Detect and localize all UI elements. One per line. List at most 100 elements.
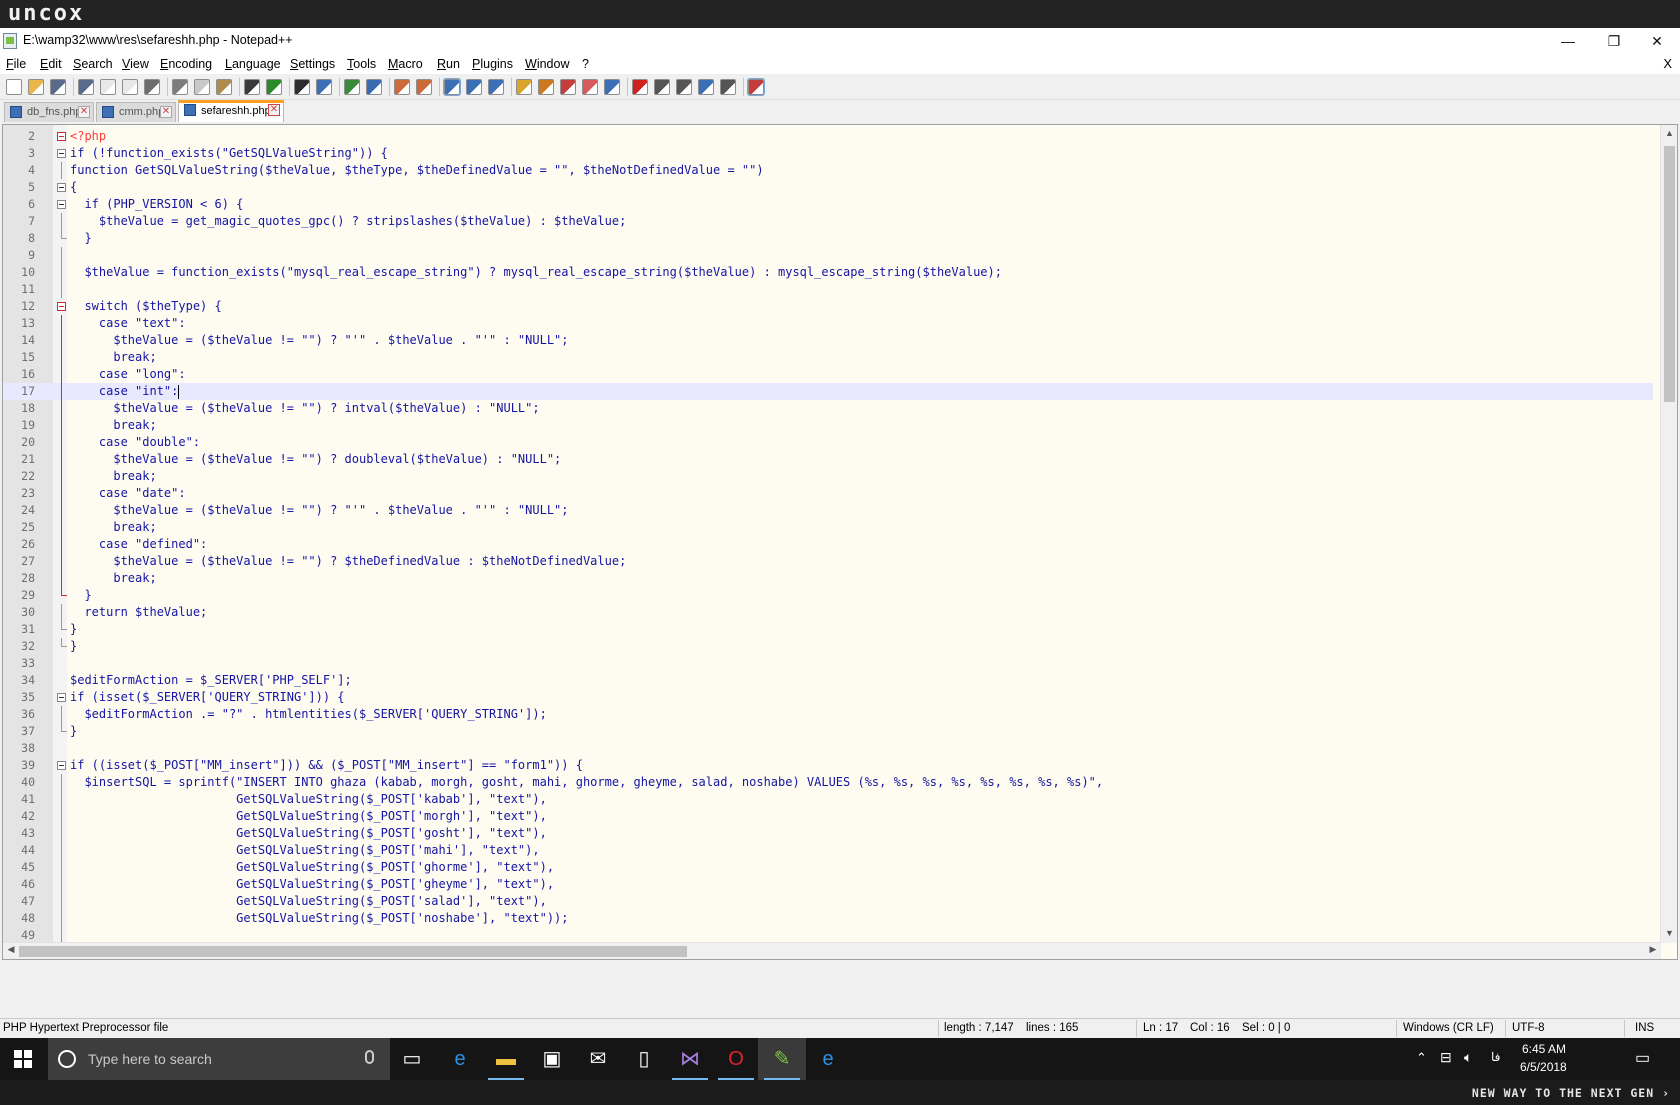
action-center-icon[interactable]: ▭ — [1635, 1048, 1650, 1068]
code-line[interactable]: 38 — [3, 740, 1653, 757]
visual-studio-taskbar-button[interactable]: ⋈ — [666, 1038, 714, 1080]
code-line[interactable]: 9 — [3, 247, 1653, 264]
code-line[interactable]: 40 $insertSQL = sprintf("INSERT INTO gha… — [3, 774, 1653, 791]
scroll-left-icon[interactable]: ◀ — [5, 944, 17, 958]
fold-toggle-icon[interactable] — [57, 149, 66, 158]
zoom-out-icon[interactable] — [366, 79, 382, 95]
code-text[interactable]: break; — [70, 468, 156, 485]
code-text[interactable]: $theValue = ($theValue != "") ? $theDefi… — [70, 553, 626, 570]
code-text[interactable]: GetSQLValueString($_POST['kabab'], "text… — [70, 791, 547, 808]
code-line[interactable]: 21 $theValue = ($theValue != "") ? doubl… — [3, 451, 1653, 468]
menu-run[interactable]: Run — [437, 57, 460, 71]
code-text[interactable]: } — [70, 638, 77, 655]
code-text[interactable]: case "defined": — [70, 536, 207, 553]
code-line[interactable]: 16 case "long": — [3, 366, 1653, 383]
start-button[interactable] — [0, 1038, 48, 1080]
code-text[interactable]: return $theValue; — [70, 604, 207, 621]
code-text[interactable]: if (isset($_SERVER['QUERY_STRING'])) { — [70, 689, 345, 706]
code-line[interactable]: 32} — [3, 638, 1653, 655]
code-line[interactable]: 37} — [3, 723, 1653, 740]
mail-taskbar-button[interactable]: ✉ — [574, 1038, 622, 1080]
code-line[interactable]: 8 } — [3, 230, 1653, 247]
minimize-button[interactable]: — — [1545, 28, 1591, 54]
code-line[interactable]: 44 GetSQLValueString($_POST['mahi'], "te… — [3, 842, 1653, 859]
code-line[interactable]: 6 if (PHP_VERSION < 6) { — [3, 196, 1653, 213]
folder-workspace-icon[interactable] — [582, 79, 598, 95]
record-macro-icon[interactable] — [632, 79, 648, 95]
code-line[interactable]: 10 $theValue = function_exists("mysql_re… — [3, 264, 1653, 281]
zoom-in-icon[interactable] — [344, 79, 360, 95]
stop-macro-icon[interactable] — [654, 79, 670, 95]
code-line[interactable]: 15 break; — [3, 349, 1653, 366]
save-icon[interactable] — [50, 79, 66, 95]
function-list-icon[interactable] — [560, 79, 576, 95]
open-file-icon[interactable] — [28, 79, 44, 95]
code-line[interactable]: 31} — [3, 621, 1653, 638]
menu-help[interactable]: ? — [582, 57, 589, 71]
file-explorer-taskbar-button[interactable]: ▬ — [482, 1038, 530, 1080]
code-text[interactable]: case "date": — [70, 485, 186, 502]
code-text[interactable]: break; — [70, 570, 156, 587]
code-line[interactable]: 11 — [3, 281, 1653, 298]
code-text[interactable]: $theValue = get_magic_quotes_gpc() ? str… — [70, 213, 626, 230]
code-text[interactable]: if (!function_exists("GetSQLValueString"… — [70, 145, 388, 162]
menu-tools[interactable]: Tools — [347, 57, 376, 71]
code-text[interactable]: } — [70, 230, 91, 247]
code-text[interactable]: if ((isset($_POST["MM_insert"])) && ($_P… — [70, 757, 583, 774]
network-icon[interactable]: ⊟ — [1440, 1049, 1452, 1066]
code-line[interactable]: 47 GetSQLValueString($_POST['salad'], "t… — [3, 893, 1653, 910]
code-line[interactable]: 18 $theValue = ($theValue != "") ? intva… — [3, 400, 1653, 417]
save-macro-icon[interactable] — [720, 79, 736, 95]
code-line[interactable]: 30 return $theValue; — [3, 604, 1653, 621]
code-text[interactable]: GetSQLValueString($_POST['salad'], "text… — [70, 893, 547, 910]
menu-language[interactable]: Language — [225, 57, 281, 71]
close-document-x[interactable]: X — [1663, 56, 1672, 71]
code-text[interactable]: $editFormAction .= "?" . htmlentities($_… — [70, 706, 546, 723]
code-text[interactable]: break; — [70, 519, 156, 536]
code-text[interactable]: { — [70, 179, 77, 196]
store-taskbar-button[interactable]: ▣ — [528, 1038, 576, 1080]
code-line[interactable]: 43 GetSQLValueString($_POST['gosht'], "t… — [3, 825, 1653, 842]
indent-guide-icon[interactable] — [488, 79, 504, 95]
tab-db-fns[interactable]: db_fns.php ✕ — [4, 102, 94, 122]
code-line[interactable]: 26 case "defined": — [3, 536, 1653, 553]
code-text[interactable]: $insertSQL = sprintf("INSERT INTO ghaza … — [70, 774, 1103, 791]
scroll-down-icon[interactable]: ▼ — [1664, 928, 1675, 940]
scroll-up-icon[interactable]: ▲ — [1664, 128, 1675, 140]
code-text[interactable]: case "text": — [70, 315, 186, 332]
fold-toggle-icon[interactable] — [57, 200, 66, 209]
code-text[interactable]: function GetSQLValueString($theValue, $t… — [70, 162, 764, 179]
code-line[interactable]: 45 GetSQLValueString($_POST['ghorme'], "… — [3, 859, 1653, 876]
code-line[interactable]: 25 break; — [3, 519, 1653, 536]
code-line[interactable]: 34 $editFormAction = $_SERVER['PHP_SELF']… — [3, 672, 1653, 689]
menu-encoding[interactable]: Encoding — [160, 57, 212, 71]
redo-icon[interactable] — [266, 79, 282, 95]
code-text[interactable]: if (PHP_VERSION < 6) { — [70, 196, 243, 213]
menu-settings[interactable]: Settings — [290, 57, 335, 71]
code-text[interactable]: <?php — [70, 128, 106, 145]
code-line[interactable]: 2 <?php — [3, 128, 1653, 145]
code-line[interactable]: 39 if ((isset($_POST["MM_insert"])) && ($… — [3, 757, 1653, 774]
code-text[interactable]: GetSQLValueString($_POST['gheyme'], "tex… — [70, 876, 554, 893]
document-taskbar-button[interactable]: ▯ — [620, 1038, 668, 1080]
code-text[interactable]: } — [70, 621, 77, 638]
code-line[interactable]: 36 $editFormAction .= "?" . htmlentities… — [3, 706, 1653, 723]
show-hidden-icons-icon[interactable]: ⌃ — [1416, 1050, 1427, 1066]
restore-button[interactable]: ❐ — [1591, 28, 1637, 54]
code-line[interactable]: 35 if (isset($_SERVER['QUERY_STRING'])) { — [3, 689, 1653, 706]
code-text[interactable]: GetSQLValueString($_POST['noshabe'], "te… — [70, 910, 568, 927]
edge-taskbar-button[interactable]: e — [436, 1038, 484, 1080]
code-text[interactable]: } — [70, 587, 91, 604]
volume-icon[interactable]: 🔈︎ — [1464, 1049, 1472, 1066]
menu-plugins[interactable]: Plugins — [472, 57, 513, 71]
clock-date[interactable]: 6/5/2018 — [1520, 1060, 1567, 1074]
code-line[interactable]: 12 switch ($theType) { — [3, 298, 1653, 315]
horizontal-scroll-thumb[interactable] — [19, 946, 687, 957]
code-line[interactable]: 48 GetSQLValueString($_POST['noshabe'], … — [3, 910, 1653, 927]
menu-window[interactable]: Window — [525, 57, 569, 71]
code-text[interactable]: GetSQLValueString($_POST['morgh'], "text… — [70, 808, 547, 825]
code-text[interactable]: $theValue = ($theValue != "") ? doubleva… — [70, 451, 561, 468]
print-icon[interactable] — [144, 79, 160, 95]
input-language[interactable]: فا — [1491, 1050, 1500, 1064]
code-line[interactable]: 7 $theValue = get_magic_quotes_gpc() ? s… — [3, 213, 1653, 230]
